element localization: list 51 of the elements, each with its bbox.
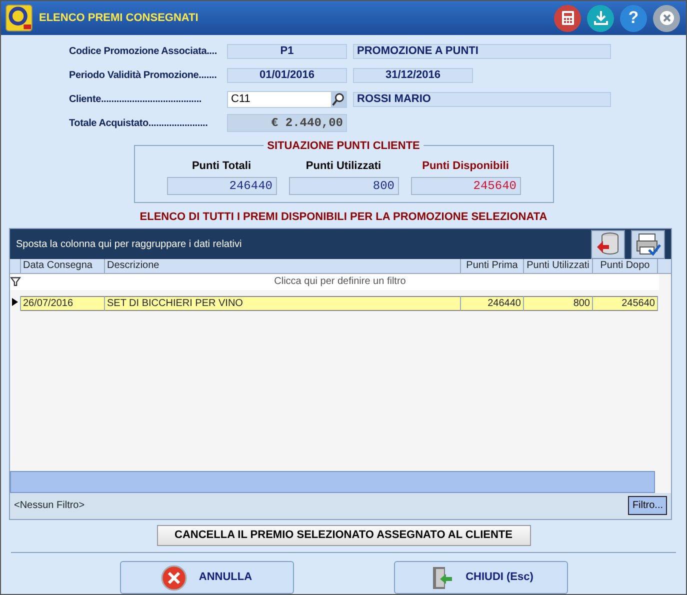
- field-value: 01/01/2016: [227, 68, 347, 83]
- field-value: 31/12/2016: [353, 68, 473, 83]
- field-label: Totale Acquistato.......................: [69, 116, 209, 131]
- column-header[interactable]: Punti Dopo: [593, 259, 658, 274]
- summary-value: 245640: [410, 176, 520, 195]
- summary-value: 800: [288, 176, 398, 195]
- summary-label: Punti Utilizzati: [304, 159, 382, 174]
- field-value: PROMOZIONE A PUNTI: [353, 44, 611, 59]
- download-icon: [592, 10, 608, 26]
- delete-button[interactable]: CANCELLA IL PREMIO SELEZIONATO ASSEGNATO AL CLIENTE: [156, 524, 530, 546]
- table-cell: SET DI BICCHIERI PER VINO: [105, 296, 461, 312]
- column-header[interactable]: Punti Prima: [461, 259, 524, 274]
- printer-check-icon: [635, 231, 661, 258]
- filter-status: <Nessun Filtro>: [14, 499, 85, 514]
- summary-label: Punti Totali: [190, 159, 252, 174]
- column-header[interactable]: Punti Utilizzati: [524, 259, 593, 274]
- window-title: ELENCO PREMI CONSEGNATI: [39, 10, 200, 26]
- field-label: Codice Promozione Associata....: [69, 44, 218, 59]
- group-hint: Sposta la colonna qui per raggruppare i dati relativi: [16, 238, 243, 252]
- cancel-icon: [160, 564, 187, 590]
- print-button[interactable]: [631, 230, 665, 259]
- field-label: Periodo Validità Promozione.......: [69, 68, 218, 83]
- cancel-button[interactable]: ANNULLA: [120, 561, 294, 594]
- close-icon: [658, 10, 674, 26]
- field-value: P1: [227, 44, 347, 59]
- export-button[interactable]: [591, 230, 625, 259]
- search-icon[interactable]: [331, 92, 346, 107]
- field-value: ROSSI MARIO: [353, 92, 611, 107]
- field-label: Cliente.......................................: [69, 92, 202, 107]
- table-cell: 246440: [461, 296, 524, 312]
- table-cell: 245640: [593, 296, 658, 312]
- calculator-icon: [560, 10, 574, 26]
- close-button[interactable]: [653, 4, 680, 32]
- column-header[interactable]: Descrizione: [105, 259, 461, 274]
- client-code-field[interactable]: C11: [227, 90, 347, 108]
- column-header[interactable]: Data Consegna: [21, 259, 105, 274]
- database-arrow-icon: [595, 231, 621, 258]
- filter-button[interactable]: Filtro...: [628, 496, 667, 516]
- total-field: € 2.440,00: [227, 114, 347, 132]
- table-cell: 26/07/2016: [21, 296, 105, 312]
- help-button[interactable]: ?: [620, 4, 647, 32]
- app-logo-icon: [5, 4, 33, 32]
- calculator-button[interactable]: [554, 4, 581, 32]
- download-button[interactable]: [587, 4, 614, 32]
- filter-icon: [10, 274, 21, 288]
- list-title: ELENCO DI TUTTI I PREMI DISPONIBILI PER LA PROMOZIONE SELEZIONATA: [138, 210, 548, 225]
- table-cell: 800: [524, 296, 593, 312]
- row-pointer-icon: [12, 298, 18, 306]
- close-button[interactable]: CHIUDI (Esc): [394, 561, 568, 594]
- summary-label: Punti Disponibili: [421, 159, 510, 174]
- summary-value: 246440: [166, 176, 276, 195]
